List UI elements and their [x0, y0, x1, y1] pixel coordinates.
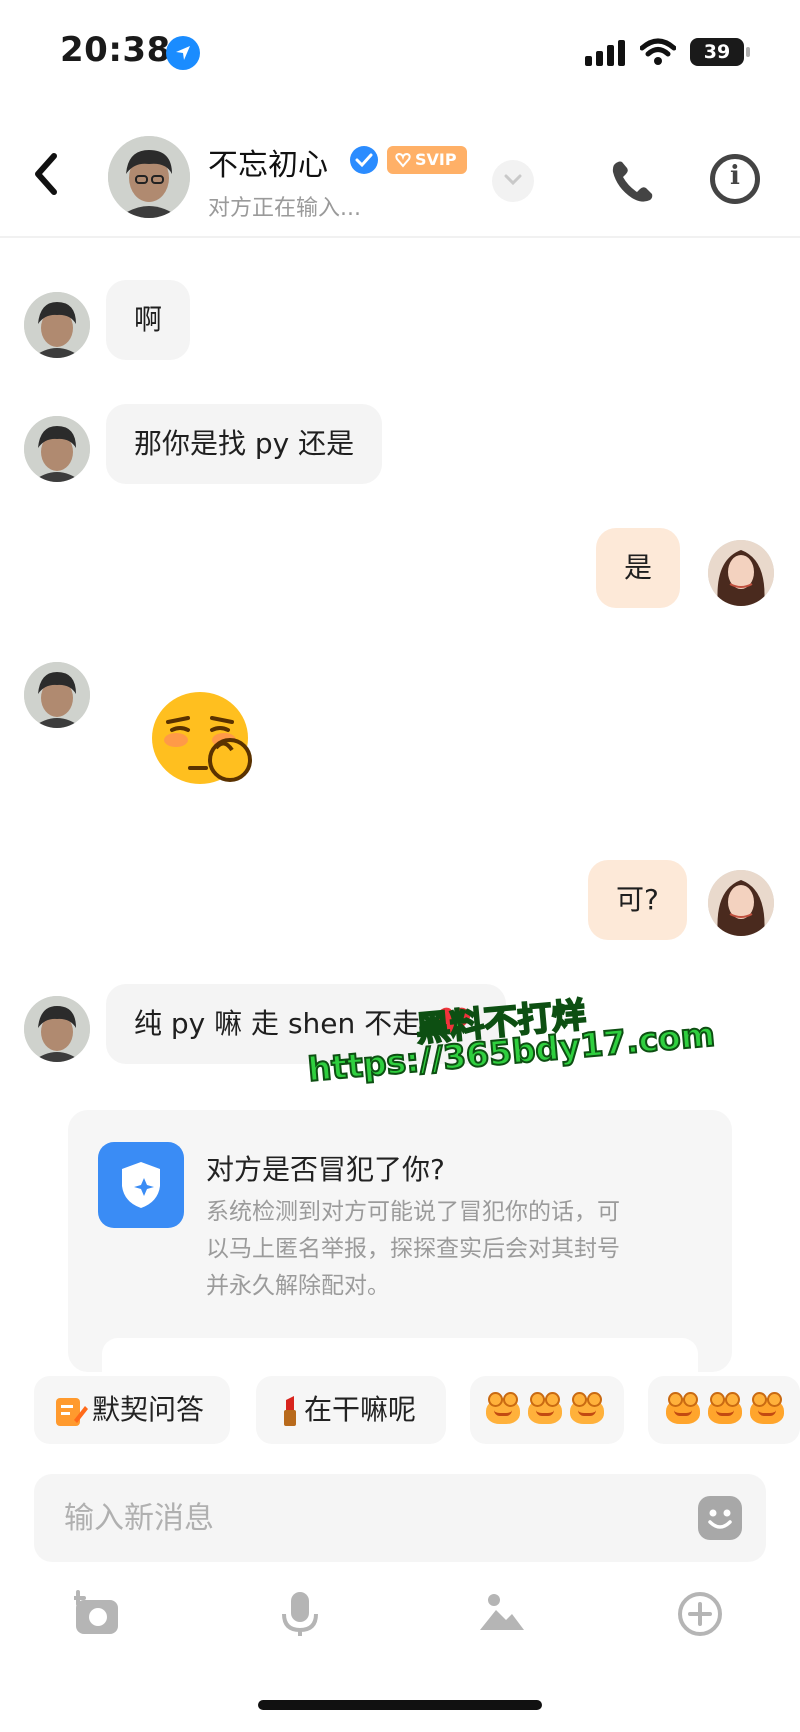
puppy-icon: [750, 1392, 784, 1424]
info-icon[interactable]: i: [710, 154, 760, 204]
quick-reply-label: 默契问答: [92, 1393, 205, 1426]
contact-message-avatar[interactable]: [24, 416, 90, 482]
typing-status: 对方正在输入...: [208, 196, 361, 221]
contact-message-avatar[interactable]: [24, 996, 90, 1062]
svip-badge: SVIP: [387, 146, 467, 174]
quick-reply-chip[interactable]: 在干嘛呢: [256, 1376, 446, 1444]
svip-label: SVIP: [415, 150, 457, 169]
shield-star-icon: [98, 1142, 184, 1228]
quick-reply-label: 在干嘛呢: [304, 1393, 417, 1426]
camera-icon[interactable]: [74, 1590, 122, 1638]
quick-reply-chip[interactable]: 默契问答: [34, 1376, 230, 1444]
verified-check-icon: [350, 146, 378, 174]
my-message-avatar[interactable]: [708, 870, 774, 936]
contact-message-avatar[interactable]: [24, 662, 90, 728]
contact-name: 不忘初心: [208, 148, 328, 183]
report-prompt-card[interactable]: 对方是否冒犯了你? 系统检测到对方可能说了冒犯你的话，可 以马上匿名举报，探探查…: [68, 1110, 732, 1372]
smirking-face-sticker[interactable]: [150, 688, 260, 788]
report-action-area[interactable]: [102, 1338, 698, 1372]
emoji-smile-icon[interactable]: [698, 1496, 742, 1540]
wifi-icon: [640, 38, 676, 65]
microphone-icon[interactable]: [278, 1590, 322, 1638]
report-card-body: 系统检测到对方可能说了冒犯你的话，可 以马上匿名举报，探探查实后会对其封号 并永…: [206, 1199, 620, 1299]
chat-header: 不忘初心 SVIP 对方正在输入... i: [0, 110, 800, 238]
heart-icon: [395, 152, 411, 168]
expand-chevron-icon[interactable]: [492, 160, 534, 202]
message-input[interactable]: [64, 1474, 664, 1562]
frog-icon: [486, 1392, 520, 1424]
contact-message-avatar[interactable]: [24, 292, 90, 358]
incoming-message[interactable]: 那你是找 py 还是: [106, 404, 383, 484]
report-card-title: 对方是否冒犯了你?: [206, 1153, 445, 1186]
battery-tip-icon: [746, 47, 750, 57]
status-bar: 20:38 39: [0, 0, 800, 110]
quick-reply-frogs-sticker[interactable]: [470, 1376, 624, 1444]
lipstick-icon: [284, 1396, 296, 1426]
puppy-icon: [708, 1392, 742, 1424]
image-icon[interactable]: [478, 1590, 526, 1634]
outgoing-message[interactable]: 是: [596, 528, 681, 608]
cellular-signal-icon: [585, 40, 625, 66]
location-arrow-icon: [166, 36, 200, 70]
my-message-avatar[interactable]: [708, 540, 774, 606]
back-chevron-icon[interactable]: [30, 150, 64, 198]
incoming-message[interactable]: 啊: [106, 280, 191, 360]
pencil-note-icon: [56, 1398, 88, 1426]
status-time: 20:38: [60, 30, 171, 70]
frog-icon: [528, 1392, 562, 1424]
plus-circle-icon[interactable]: [676, 1590, 724, 1638]
quick-reply-puppies-sticker[interactable]: [648, 1376, 800, 1444]
battery-level: 39: [690, 38, 744, 66]
phone-call-icon[interactable]: [608, 158, 656, 206]
outgoing-message[interactable]: 可?: [588, 860, 687, 940]
message-input-bar: [34, 1474, 766, 1562]
home-indicator: [258, 1700, 542, 1710]
contact-avatar[interactable]: [108, 136, 190, 218]
puppy-icon: [666, 1392, 700, 1424]
frog-icon: [570, 1392, 604, 1424]
